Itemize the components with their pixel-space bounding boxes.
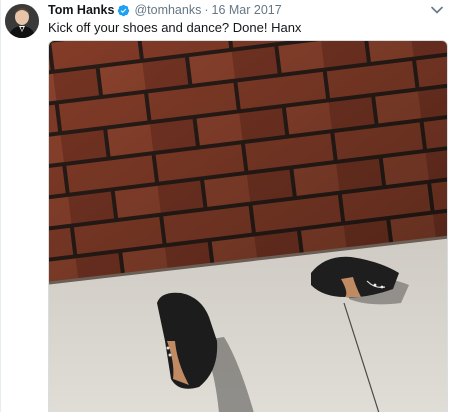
tweet-header: Tom Hanks @tomhanks · 16 Mar 2017: [48, 2, 282, 18]
chevron-down-icon[interactable]: [430, 4, 444, 16]
author-handle[interactable]: @tomhanks: [134, 2, 201, 18]
tweet-date[interactable]: 16 Mar 2017: [212, 2, 282, 18]
header-separator: ·: [204, 3, 209, 17]
author-name[interactable]: Tom Hanks: [48, 2, 114, 18]
tweet[interactable]: Tom Hanks @tomhanks · 16 Mar 2017 Kick o…: [0, 0, 450, 412]
tweet-photo[interactable]: [48, 40, 448, 412]
verified-badge-icon: [117, 4, 130, 17]
avatar-image: [5, 4, 39, 38]
avatar[interactable]: [5, 4, 39, 38]
tweet-text: Kick off your shoes and dance? Done! Han…: [48, 20, 302, 35]
photo-image: [49, 41, 447, 412]
